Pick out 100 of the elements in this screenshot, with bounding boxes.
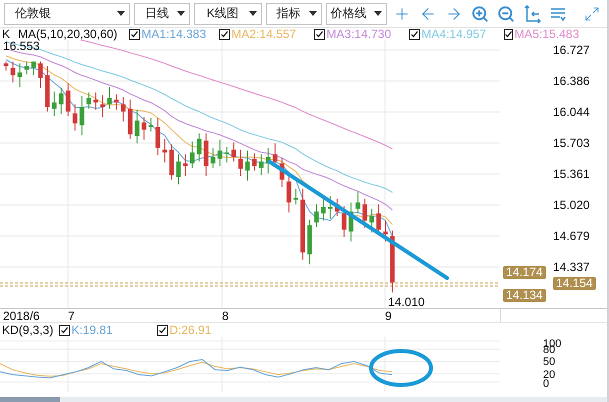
candlestick	[38, 61, 43, 88]
candlestick	[107, 86, 112, 110]
candlestick	[134, 109, 140, 144]
candlestick	[93, 92, 98, 110]
price-axis-label: 15.703	[553, 136, 590, 150]
candlestick	[121, 96, 126, 122]
date-label: 7	[68, 309, 75, 323]
dropdown[interactable]: 伦敦银	[4, 2, 130, 24]
price-badge: 14.134	[503, 289, 546, 302]
kd-axis-label: 50	[543, 357, 556, 367]
checkbox[interactable]	[409, 28, 420, 40]
candlestick	[218, 139, 222, 167]
candlestick	[356, 191, 360, 214]
dropdown[interactable]: 日线	[134, 2, 190, 24]
candlestick	[148, 117, 154, 132]
candlestick	[114, 94, 119, 110]
kd-axis-label: 0	[543, 379, 550, 389]
caret-icon	[176, 11, 185, 16]
candlestick	[245, 150, 250, 182]
candlestick	[294, 188, 298, 205]
price-badge: 14.174	[503, 266, 546, 279]
candlestick	[334, 198, 340, 217]
candlestick	[321, 197, 326, 222]
ma-value: MA2:14.557	[231, 27, 296, 41]
price-axis-label: 16.727	[553, 43, 590, 57]
candlestick	[66, 82, 70, 117]
price-axis-label: 14.679	[553, 229, 590, 243]
price-axis-label: 15.361	[553, 167, 590, 181]
ma-value: MA4:14.957	[421, 27, 486, 41]
candlestick	[86, 92, 92, 110]
ma-value: MA3:14.730	[326, 27, 392, 41]
caret-icon	[248, 11, 257, 16]
candlestick	[286, 174, 292, 213]
checkbox[interactable]	[314, 28, 326, 40]
candlestick	[190, 141, 195, 168]
candlestick	[52, 91, 57, 117]
dropdown[interactable]: 价格线	[326, 2, 388, 24]
candlestick	[314, 204, 319, 228]
candlestick	[176, 154, 181, 185]
kd-value: D:26.91	[169, 323, 212, 337]
candlestick	[100, 94, 105, 118]
kd-axis-label: 100	[543, 339, 562, 349]
candlestick	[18, 62, 22, 88]
candlestick	[31, 61, 36, 76]
price-badge: 14.154	[553, 277, 596, 290]
checkbox[interactable]	[129, 28, 140, 40]
dropdown[interactable]: 指标	[266, 2, 322, 24]
candlestick	[58, 87, 64, 115]
candlestick	[196, 132, 202, 162]
candlestick	[259, 154, 264, 176]
candlestick	[156, 117, 160, 156]
chart-type-label: K	[2, 27, 10, 41]
caret-icon	[308, 11, 316, 16]
caret-icon	[116, 11, 125, 16]
candlestick	[362, 198, 368, 228]
date-label: 2018/6	[3, 309, 40, 323]
candlestick	[45, 66, 50, 112]
candlestick	[266, 147, 270, 174]
checkbox[interactable]	[219, 28, 230, 40]
candlestick	[252, 152, 257, 172]
high-price-label: 16.553	[3, 40, 40, 53]
scrollbar-thumb[interactable]	[0, 397, 60, 402]
checkbox[interactable]	[157, 324, 168, 336]
candlestick	[307, 219, 312, 265]
dropdown[interactable]: K线图	[194, 2, 262, 24]
price-axis-label: 15.020	[553, 198, 590, 212]
candlestick	[390, 230, 395, 293]
candlestick	[204, 132, 208, 177]
kd-value: K:19.81	[71, 323, 113, 337]
low-price-label: 14.010	[388, 295, 425, 309]
candlestick	[328, 196, 333, 220]
candlestick	[4, 61, 8, 72]
candlestick	[169, 144, 174, 180]
caret-icon	[374, 11, 382, 16]
checkbox[interactable]	[504, 28, 514, 40]
candlestick	[183, 154, 188, 177]
date-label: 9	[385, 309, 392, 323]
candlestick	[128, 99, 132, 140]
kd-formula: KD(9,3,3)	[2, 323, 54, 337]
ma-value: MA5:15.483	[514, 27, 580, 41]
candlestick	[231, 142, 236, 162]
candlestick	[80, 96, 84, 136]
candlestick	[162, 138, 167, 163]
candlestick	[280, 157, 284, 188]
candlestick	[238, 149, 243, 177]
candlestick	[24, 61, 29, 75]
candlestick	[72, 104, 78, 132]
candlestick	[210, 147, 216, 168]
highlight-ellipse	[369, 349, 433, 387]
candlestick	[383, 220, 388, 242]
date-label: 8	[222, 309, 229, 323]
price-axis-label: 16.044	[553, 105, 590, 119]
ma-value: MA1:14.383	[141, 27, 206, 41]
price-axis-label: 14.337	[553, 260, 590, 274]
checkbox[interactable]	[59, 324, 70, 336]
candlestick	[342, 206, 346, 238]
kd-axis-label: 20	[543, 370, 556, 380]
candlestick	[224, 146, 230, 163]
candlestick	[369, 208, 374, 233]
candlestick	[10, 61, 16, 83]
